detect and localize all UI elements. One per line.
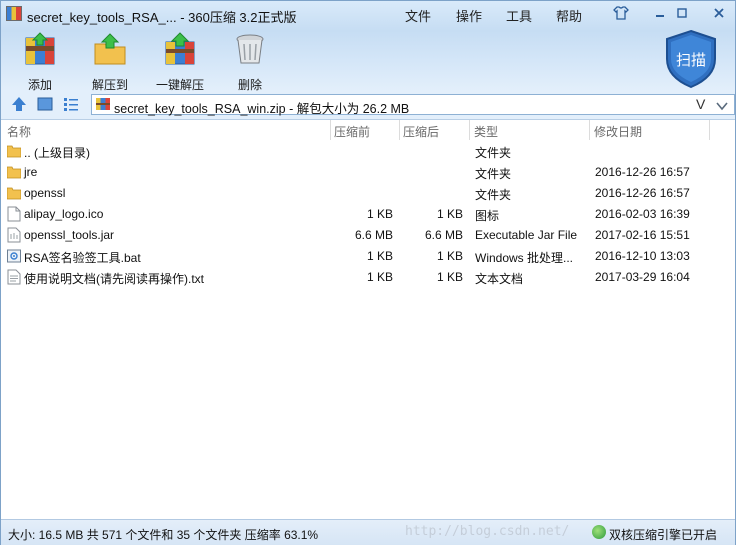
col-compressed[interactable]: 压缩前 (334, 123, 370, 140)
chevron-down-icon[interactable] (716, 100, 728, 114)
thumbnail-view-icon[interactable] (37, 96, 53, 112)
menu-file[interactable]: 文件 (405, 6, 431, 25)
add-archive-icon (23, 32, 57, 66)
history-dropdown-icon[interactable]: V (696, 96, 705, 112)
table-row[interactable]: RSA签名验签工具.bat 1 KB 1 KB Windows 批处理... 2… (1, 246, 735, 267)
engine-status-icon (592, 525, 606, 539)
col-after[interactable]: 压缩后 (403, 123, 439, 140)
window-title: secret_key_tools_RSA_... - 360压缩 3.2正式版 (27, 10, 297, 25)
file-size-after: 1 KB (436, 270, 463, 284)
status-bar: 大小: 16.5 MB 共 571 个文件和 35 个文件夹 压缩率 63.1%… (1, 519, 735, 545)
maximize-icon[interactable] (674, 6, 690, 20)
table-row[interactable]: openssl_tools.jar 6.6 MB 6.6 MB Executab… (1, 225, 735, 246)
title-bar: secret_key_tools_RSA_... - 360压缩 3.2正式版 … (1, 1, 735, 27)
folder-icon (6, 185, 22, 201)
col-type[interactable]: 类型 (474, 123, 498, 140)
add-label: 添加 (27, 78, 52, 92)
col-name[interactable]: 名称 (7, 123, 31, 140)
file-name: alipay_logo.ico (24, 207, 104, 221)
file-size-before: 1 KB (366, 270, 393, 284)
list-view-icon[interactable] (63, 96, 79, 112)
file-type: 文件夹 (475, 188, 512, 202)
file-date: 2016-02-03 16:39 (595, 207, 690, 221)
up-arrow-icon[interactable] (11, 96, 27, 112)
app-window: secret_key_tools_RSA_... - 360压缩 3.2正式版 … (0, 0, 736, 545)
file-name: openssl (24, 186, 66, 200)
app-logo-icon (6, 6, 22, 21)
zip-file-icon (96, 97, 110, 111)
archive-summary: 大小: 16.5 MB 共 571 个文件和 35 个文件夹 压缩率 63.1% (8, 528, 319, 542)
delete-label: 删除 (237, 78, 262, 92)
table-row[interactable]: openssl 文件夹 2016-12-26 16:57 (1, 183, 735, 204)
file-name: .. (上级目录) (24, 146, 90, 160)
file-type: 文件夹 (475, 146, 512, 160)
table-row[interactable]: alipay_logo.ico 1 KB 1 KB 图标 2016-02-03 … (1, 204, 735, 225)
file-size-before: 6.6 MB (354, 228, 393, 242)
one-click-extract-button[interactable]: 一键解压 (148, 32, 212, 93)
menu-tools[interactable]: 工具 (506, 6, 532, 25)
one-click-extract-icon (163, 32, 197, 66)
address-bar[interactable]: secret_key_tools_RSA_win.zip - 解包大小为 26.… (91, 94, 735, 116)
file-type: 文本文档 (475, 272, 524, 286)
file-size-after: 6.6 MB (424, 228, 463, 242)
watermark: http://blog.csdn.net/ (405, 524, 570, 539)
file-name: jre (24, 165, 38, 179)
trash-icon (233, 32, 267, 66)
scan-label: 扫描 (675, 52, 706, 69)
toolbar: 添加 解压到 一键解压 删除 (1, 28, 735, 93)
file-size-before: 1 KB (366, 249, 393, 263)
file-type: 图标 (475, 209, 500, 223)
file-size-after: 1 KB (436, 249, 463, 263)
menu-help[interactable]: 帮助 (556, 6, 582, 25)
file-date: 2016-12-26 16:57 (595, 165, 690, 179)
address-row: secret_key_tools_RSA_win.zip - 解包大小为 26.… (1, 92, 735, 117)
folder-icon (6, 143, 22, 159)
one-click-label: 一键解压 (155, 78, 204, 92)
file-name: 使用说明文档(请先阅读再操作).txt (24, 272, 204, 286)
col-modified[interactable]: 修改日期 (594, 123, 642, 140)
file-size-before: 1 KB (366, 207, 393, 221)
txt-icon (7, 269, 21, 285)
file-date: 2016-12-10 13:03 (595, 249, 690, 263)
scan-button[interactable]: 扫描 (663, 29, 719, 89)
minimize-icon[interactable] (652, 6, 668, 20)
delete-button[interactable]: 删除 (218, 32, 282, 93)
file-type: Windows 批处理... (475, 251, 574, 265)
file-type: Executable Jar File (475, 228, 578, 242)
extract-folder-icon (93, 32, 127, 66)
close-icon[interactable] (711, 6, 727, 20)
table-row[interactable]: jre 文件夹 2016-12-26 16:57 (1, 162, 735, 183)
list-header: 名称 压缩前 压缩后 类型 修改日期 (1, 120, 735, 140)
folder-icon (6, 164, 22, 180)
menu-operate[interactable]: 操作 (456, 6, 482, 25)
add-button[interactable]: 添加 (8, 32, 72, 93)
skin-icon[interactable] (613, 6, 629, 20)
file-date: 2016-12-26 16:57 (595, 186, 690, 200)
extract-label: 解压到 (91, 78, 128, 92)
table-row[interactable]: 使用说明文档(请先阅读再操作).txt 1 KB 1 KB 文本文档 2017-… (1, 267, 735, 288)
file-icon (7, 206, 21, 222)
file-name: openssl_tools.jar (24, 228, 115, 242)
bat-icon (7, 248, 21, 264)
file-size-after: 1 KB (436, 207, 463, 221)
extract-to-button[interactable]: 解压到 (78, 32, 142, 93)
archive-path: secret_key_tools_RSA_win.zip - 解包大小为 26.… (114, 102, 410, 116)
jar-icon (7, 227, 21, 243)
engine-status[interactable]: 双核压缩引擎已开启 (609, 526, 717, 543)
file-list: 名称 压缩前 压缩后 类型 修改日期 .. (上级目录) 文件夹 jre 文件夹… (1, 119, 735, 520)
table-row[interactable]: .. (上级目录) 文件夹 (1, 141, 735, 162)
file-name: RSA签名验签工具.bat (24, 251, 141, 265)
file-type: 文件夹 (475, 167, 512, 181)
file-date: 2017-02-16 15:51 (595, 228, 690, 242)
file-date: 2017-03-29 16:04 (595, 270, 690, 284)
